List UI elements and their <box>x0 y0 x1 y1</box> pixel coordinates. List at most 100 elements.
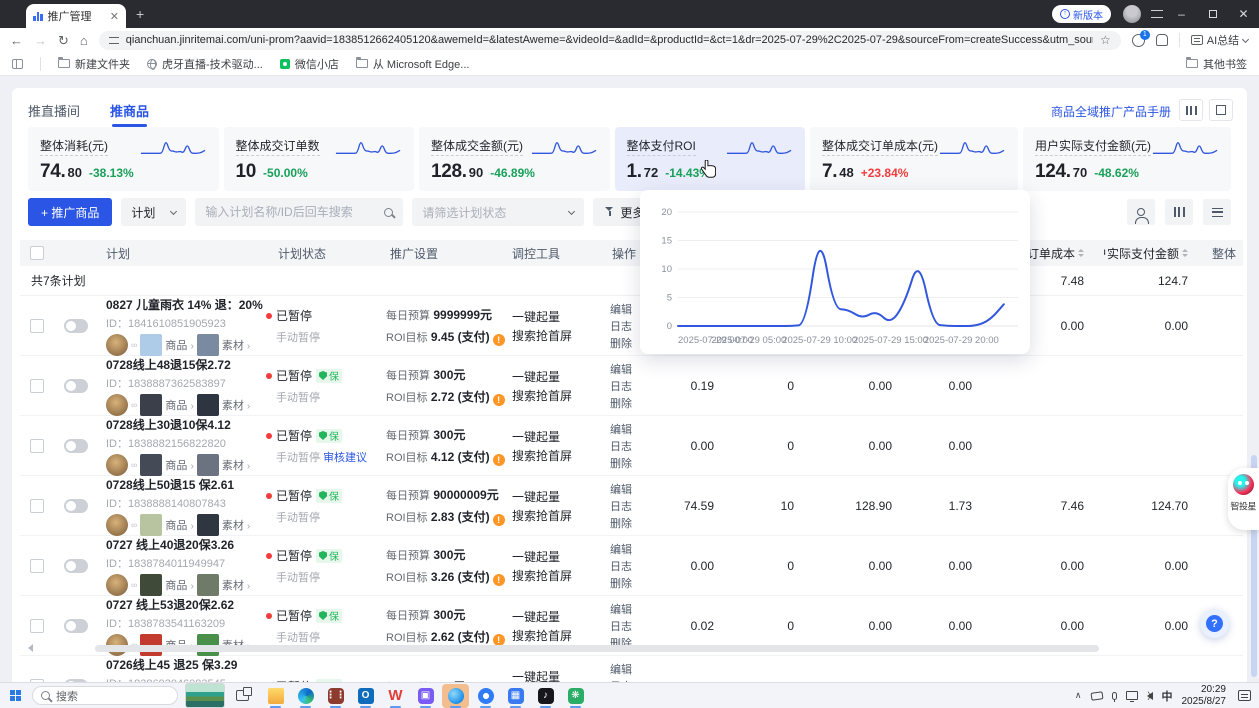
refresh-icon[interactable]: ↻ <box>58 34 69 47</box>
log-action[interactable]: 日志 <box>610 438 662 454</box>
delete-action[interactable]: 删除 <box>610 455 662 471</box>
stat-card[interactable]: 用户实际支付金额(元)124.70-48.62% <box>1023 127 1231 191</box>
product-manual-link[interactable]: 商品全域推广产品手册 <box>1051 103 1171 120</box>
tool-link[interactable]: 一键起量 <box>512 608 610 625</box>
row-checkbox[interactable] <box>30 559 44 573</box>
row-checkbox[interactable] <box>30 619 44 633</box>
review-suggestion-link[interactable]: 审核建议 <box>323 452 367 464</box>
taskbar-search[interactable]: 搜索 <box>32 686 178 705</box>
bookmark-item[interactable]: 从 Microsoft Edge... <box>356 56 470 72</box>
ime-indicator[interactable]: 中 <box>1162 688 1173 704</box>
row-toggle-switch[interactable] <box>64 439 88 453</box>
file-explorer-taskbar-icon[interactable] <box>262 684 289 708</box>
fullscreen-button[interactable] <box>1209 99 1233 121</box>
product-link[interactable]: 商品 › <box>165 457 193 473</box>
log-action[interactable]: 日志 <box>610 618 662 634</box>
tool-link[interactable]: 一键起量 <box>512 428 610 445</box>
page-tab-live-room[interactable]: 推直播间 <box>28 101 80 127</box>
tool-link[interactable]: 搜索抢首屏 <box>512 567 610 584</box>
bookmark-item[interactable]: 微信小店 <box>280 56 339 72</box>
row-toggle-switch[interactable] <box>64 559 88 573</box>
tool-link[interactable]: 一键起量 <box>512 488 610 505</box>
browser-menu-icon[interactable] <box>1151 10 1163 18</box>
page-tab-product[interactable]: 推商品 <box>110 101 149 127</box>
notification-extension-icon[interactable] <box>1132 34 1145 47</box>
bookmark-item[interactable]: 新建文件夹 <box>58 56 130 72</box>
wps-office-taskbar-icon[interactable]: W <box>382 684 409 708</box>
wechat-store-taskbar-icon[interactable]: ❋ <box>562 684 589 708</box>
plan-search-input[interactable] <box>205 205 378 219</box>
other-bookmarks-button[interactable]: 其他书签 <box>1186 56 1247 72</box>
tray-expand-icon[interactable]: ∧ <box>1075 690 1082 701</box>
select-all-checkbox[interactable] <box>30 246 44 260</box>
product-link[interactable]: 商品 › <box>165 517 193 533</box>
tool-link[interactable]: 搜索抢首屏 <box>512 447 610 464</box>
dimension-select[interactable]: 计划 <box>121 198 186 226</box>
row-checkbox[interactable] <box>30 499 44 513</box>
tool-link[interactable]: 搜索抢首屏 <box>512 627 610 644</box>
edit-action[interactable]: 编辑 <box>610 421 662 437</box>
edit-action[interactable]: 编辑 <box>610 481 662 497</box>
active-browser-taskbar-icon[interactable] <box>442 684 469 708</box>
extension-icon[interactable] <box>1156 34 1168 46</box>
material-link[interactable]: 素材 › <box>222 337 250 353</box>
forward-icon[interactable]: → <box>34 34 47 47</box>
edit-action[interactable]: 编辑 <box>610 601 662 617</box>
tab-close-icon[interactable]: ✕ <box>110 10 119 23</box>
back-icon[interactable]: ← <box>10 34 23 47</box>
row-toggle-switch[interactable] <box>64 319 88 333</box>
ai-summary-button[interactable]: AI总结 <box>1191 32 1248 48</box>
product-link[interactable]: 商品 › <box>165 577 193 593</box>
horizontal-scrollbar[interactable] <box>95 645 1099 652</box>
minimize-button[interactable]: – <box>1166 0 1197 28</box>
browser-tab[interactable]: 推广管理 ✕ <box>26 4 126 28</box>
plan-search-box[interactable] <box>195 198 403 226</box>
tool-link[interactable]: 一键起量 <box>512 308 610 325</box>
side-panel-icon[interactable] <box>12 59 23 69</box>
quark-browser-taskbar-icon[interactable] <box>472 684 499 708</box>
bookmark-item[interactable]: 虎牙直播-技术驱动... <box>147 56 263 72</box>
app-store-taskbar-icon[interactable]: ⋮⋮ <box>322 684 349 708</box>
custom-columns-button[interactable] <box>1165 199 1193 225</box>
row-checkbox[interactable] <box>30 439 44 453</box>
status-filter-select[interactable]: 请筛选计划状态 <box>412 198 584 226</box>
notification-center-icon[interactable] <box>1238 690 1251 701</box>
search-icon[interactable] <box>384 208 393 217</box>
stat-card[interactable]: 整体成交金额(元)128.90-46.89% <box>419 127 610 191</box>
maximize-button[interactable] <box>1197 0 1228 28</box>
start-button[interactable] <box>10 690 21 701</box>
home-icon[interactable]: ⌂ <box>80 34 88 47</box>
profile-avatar[interactable] <box>1123 5 1141 23</box>
close-button[interactable]: ✕ <box>1228 0 1259 28</box>
sort-icon[interactable] <box>1182 249 1188 257</box>
tool-link[interactable]: 一键起量 <box>512 548 610 565</box>
site-settings-icon[interactable] <box>109 37 119 44</box>
task-view-icon[interactable] <box>236 690 249 701</box>
outlook-taskbar-icon[interactable]: O <box>352 684 379 708</box>
edit-action[interactable]: 编辑 <box>610 361 662 377</box>
product-link[interactable]: 商品 › <box>165 397 193 413</box>
network-icon[interactable] <box>1126 691 1138 700</box>
stat-card[interactable]: 整体成交订单数10-50.00% <box>224 127 415 191</box>
row-checkbox[interactable] <box>30 319 44 333</box>
tool-link[interactable]: 一键起量 <box>512 668 610 682</box>
material-link[interactable]: 素材 › <box>222 517 250 533</box>
delete-action[interactable]: 删除 <box>610 515 662 531</box>
delete-action[interactable]: 删除 <box>610 395 662 411</box>
bookmark-star-icon[interactable]: ☆ <box>1100 33 1111 47</box>
tool-link[interactable]: 搜索抢首屏 <box>512 507 610 524</box>
delete-action[interactable]: 删除 <box>610 575 662 591</box>
widgets-weather-thumbnail[interactable] <box>185 683 225 708</box>
scroll-left-icon[interactable] <box>28 644 33 652</box>
tool-link[interactable]: 一键起量 <box>512 368 610 385</box>
row-toggle-switch[interactable] <box>64 499 88 513</box>
tool-link[interactable]: 搜索抢首屏 <box>512 327 610 344</box>
product-link[interactable]: 商品 › <box>165 337 193 353</box>
metric-settings-button[interactable] <box>1179 99 1203 121</box>
promote-product-button[interactable]: + 推广商品 <box>28 198 112 226</box>
log-action[interactable]: 日志 <box>610 498 662 514</box>
log-action[interactable]: 日志 <box>610 558 662 574</box>
material-link[interactable]: 素材 › <box>222 397 250 413</box>
material-link[interactable]: 素材 › <box>222 457 250 473</box>
stat-card[interactable]: 整体支付ROI1.72-14.43% <box>615 127 806 191</box>
